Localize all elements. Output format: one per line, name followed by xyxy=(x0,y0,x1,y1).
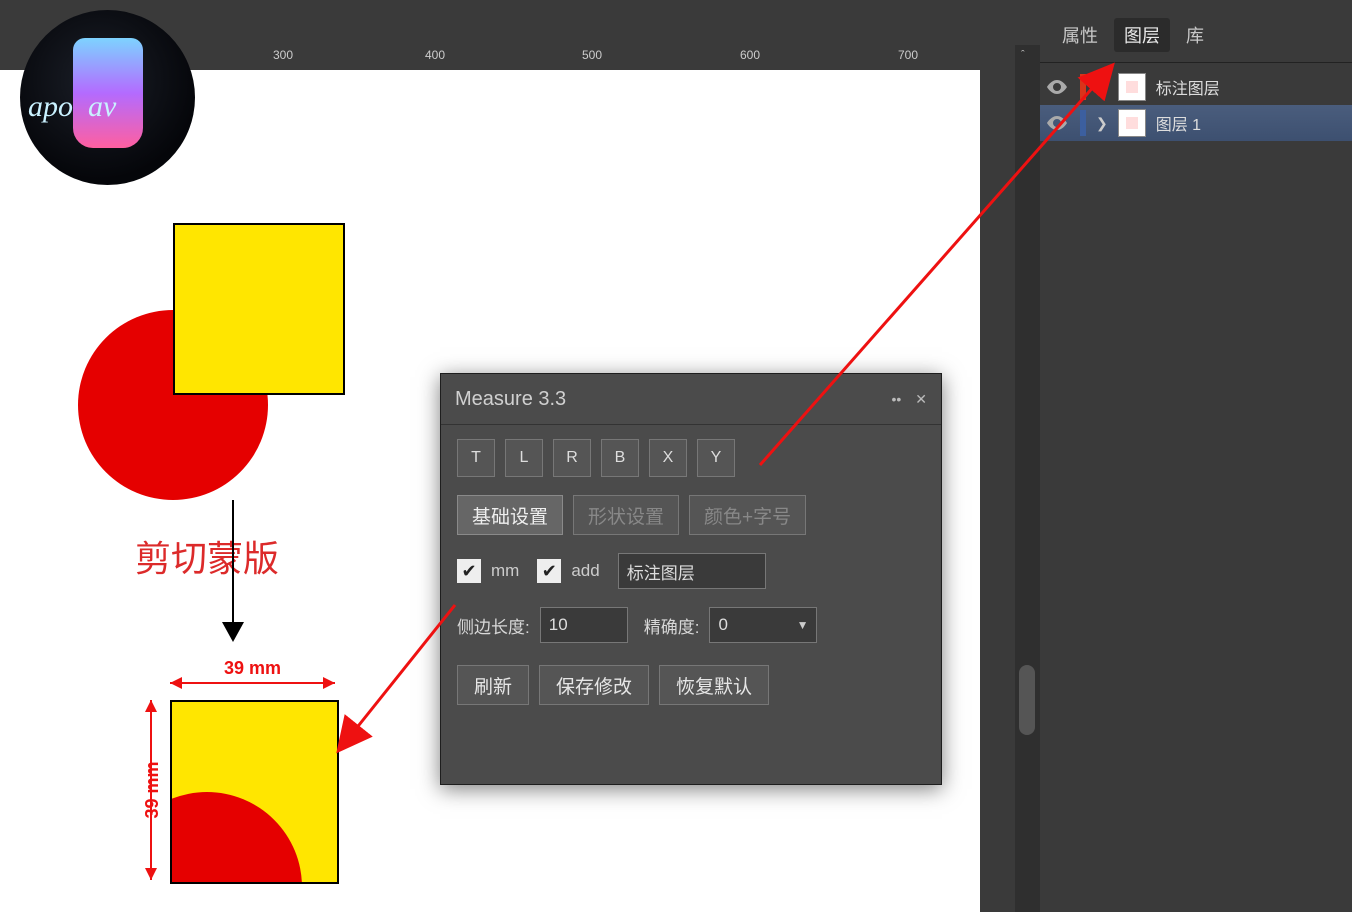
chevron-right-icon[interactable]: ❯ xyxy=(1096,115,1108,132)
checkbox-add[interactable]: ✔ xyxy=(537,559,561,583)
dir-button-b[interactable]: B xyxy=(601,439,639,477)
layer-thumbnail xyxy=(1118,109,1146,137)
precision-dropdown[interactable]: 0 ▼ xyxy=(709,607,817,643)
tab-basic-settings[interactable]: 基础设置 xyxy=(457,495,563,535)
arrow-down-icon xyxy=(232,500,234,640)
tab-properties[interactable]: 属性 xyxy=(1052,18,1108,52)
panel-titlebar[interactable]: Measure 3.3 •• ✕ xyxy=(441,374,941,425)
action-buttons-row: 刷新 保存修改 恢复默认 xyxy=(457,665,925,705)
scroll-thumb[interactable] xyxy=(1019,665,1035,735)
side-length-input[interactable]: 10 xyxy=(540,607,628,643)
reset-button[interactable]: 恢复默认 xyxy=(659,665,769,705)
tab-color-font[interactable]: 颜色+字号 xyxy=(689,495,806,535)
direction-buttons-row: T L R B X Y xyxy=(457,439,925,477)
tab-layers[interactable]: 图层 xyxy=(1114,18,1170,52)
dimension-vertical: 39 mm xyxy=(130,700,160,880)
layer-name-input[interactable]: 标注图层 xyxy=(618,553,766,589)
dimension-value: 39 mm xyxy=(170,658,335,679)
panel-title: Measure 3.3 xyxy=(455,388,566,411)
save-button[interactable]: 保存修改 xyxy=(539,665,649,705)
ruler-tick: 700 xyxy=(898,48,918,62)
settings-tabs-row: 基础设置 形状设置 颜色+字号 xyxy=(457,495,925,535)
chevron-down-icon: ▼ xyxy=(797,618,809,632)
layer-row[interactable]: ❯ 标注图层 xyxy=(1040,69,1352,105)
close-icon[interactable]: ✕ xyxy=(915,391,927,408)
dimension-horizontal: 39 mm xyxy=(170,662,335,692)
ruler-tick: 300 xyxy=(273,48,293,62)
clipped-circle-shape xyxy=(170,792,302,884)
clipping-mask-label: 剪切蒙版 xyxy=(135,530,279,582)
layer-color-band xyxy=(1080,110,1086,136)
dir-button-l[interactable]: L xyxy=(505,439,543,477)
ruler-tick: 400 xyxy=(425,48,445,62)
checkbox-row: ✔ mm ✔ add 标注图层 xyxy=(457,553,925,589)
numeric-row: 侧边长度: 10 精确度: 0 ▼ xyxy=(457,607,925,643)
right-panel: 属性 图层 库 ❯ 标注图层 ❯ 图层 1 xyxy=(1040,0,1352,912)
panel-tabs: 属性 图层 库 xyxy=(1040,0,1352,63)
chevron-right-icon[interactable]: ❯ xyxy=(1096,79,1108,96)
precision-label: 精确度: xyxy=(644,613,700,638)
precision-value: 0 xyxy=(718,615,727,635)
tab-library[interactable]: 库 xyxy=(1176,18,1214,52)
measure-panel[interactable]: Measure 3.3 •• ✕ T L R B X Y 基础设置 形状设置 颜… xyxy=(440,373,942,785)
checkbox-mm-label: mm xyxy=(491,561,519,581)
layers-list: ❯ 标注图层 ❯ 图层 1 xyxy=(1040,63,1352,147)
yellow-square-shape[interactable] xyxy=(173,223,345,395)
dir-button-y[interactable]: Y xyxy=(697,439,735,477)
refresh-button[interactable]: 刷新 xyxy=(457,665,529,705)
layer-name: 标注图层 xyxy=(1156,75,1220,99)
ruler-tick: 600 xyxy=(740,48,760,62)
dimension-value: 39 mm xyxy=(142,761,163,818)
ruler-tick: 500 xyxy=(582,48,602,62)
layer-row[interactable]: ❯ 图层 1 xyxy=(1040,105,1352,141)
vertical-scrollbar[interactable]: ˆ xyxy=(1015,45,1040,912)
layer-name: 图层 1 xyxy=(1156,111,1201,135)
clipped-square-shape[interactable] xyxy=(170,700,339,884)
watermark-logo: apo av xyxy=(20,10,195,185)
visibility-icon[interactable] xyxy=(1046,112,1068,134)
visibility-icon[interactable] xyxy=(1046,76,1068,98)
checkbox-mm[interactable]: ✔ xyxy=(457,559,481,583)
side-length-label: 侧边长度: xyxy=(457,613,530,638)
tab-shape-settings[interactable]: 形状设置 xyxy=(573,495,679,535)
dir-button-r[interactable]: R xyxy=(553,439,591,477)
dir-button-t[interactable]: T xyxy=(457,439,495,477)
dir-button-x[interactable]: X xyxy=(649,439,687,477)
minimize-icon[interactable]: •• xyxy=(891,391,901,408)
checkbox-add-label: add xyxy=(571,561,599,581)
layer-thumbnail xyxy=(1118,73,1146,101)
scroll-up-icon[interactable]: ˆ xyxy=(1021,49,1025,61)
layer-color-band xyxy=(1080,74,1086,100)
